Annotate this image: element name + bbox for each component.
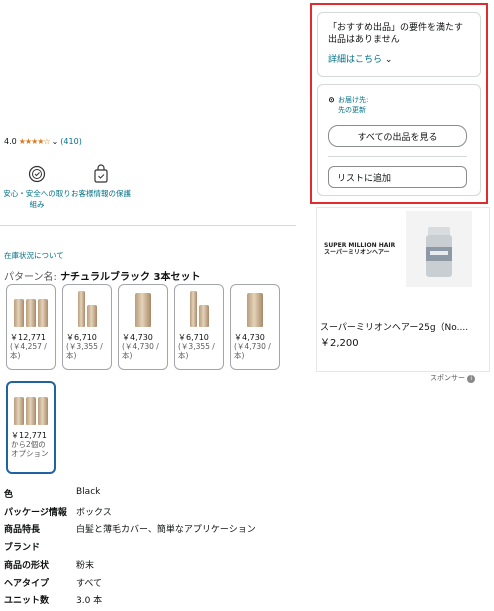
swatch-price: ￥6,710: [66, 333, 97, 342]
swatch-price: ￥4,730: [122, 333, 153, 342]
rating-row[interactable]: 4.0 ★★★★☆ ⌄ (410): [4, 137, 82, 146]
delivery-location[interactable]: お届け先: 先の更新: [328, 95, 368, 115]
star-rating-icon: ★★★★☆: [18, 137, 51, 146]
no-featured-offer-text: 「おすすめ出品」の要件を満たす出品はありません: [328, 23, 464, 45]
product-image: [175, 285, 223, 331]
rating-value: 4.0: [4, 137, 17, 146]
ad-product-title[interactable]: スーパーミリオンヘアー25g（No....: [320, 320, 490, 333]
details-link[interactable]: 詳細はこちら ⌄: [328, 52, 392, 65]
swatch-price: ￥4,730: [234, 333, 265, 342]
pattern-name: パターン名: ナチュラルブラック 3本セット: [4, 268, 201, 283]
swatch-unit-price: (￥3,355 / 本): [66, 342, 103, 360]
swatch-unit-price: (￥4,730 / 本): [234, 342, 271, 360]
swatch-unit-price: (￥4,730 / 本): [122, 342, 159, 360]
ad-brand-logo: SUPER MILLION HAIR スーパーミリオンヘアー: [324, 242, 396, 256]
ad-product-image[interactable]: [406, 211, 472, 287]
attribute-row-package: パッケージ情報 ボックス: [4, 508, 112, 518]
attribute-row-form: 商品の形状 粉末: [4, 561, 95, 571]
variant-swatch[interactable]: ￥4,730 (￥4,730 / 本): [118, 284, 168, 370]
product-bottle-image: [426, 227, 452, 277]
ad-price: ￥2,200: [320, 338, 359, 349]
attribute-row-brand: ブランド: [4, 543, 41, 553]
review-count-link[interactable]: (410): [60, 137, 82, 146]
trust-label-privacy: お客様情報の保護: [71, 189, 131, 198]
see-all-offers-button[interactable]: すべての出品を見る: [328, 125, 467, 147]
attribute-row-features: 商品特長 白髪と薄毛カバー、簡単なアプリケーション: [4, 525, 256, 535]
pattern-value: ナチュラルブラック 3本セット: [60, 272, 201, 283]
info-icon[interactable]: i: [467, 375, 476, 383]
swatch-unit-price: (￥3,355 / 本): [178, 342, 215, 360]
product-image: [231, 285, 279, 331]
trust-badge-privacy[interactable]: お客様情報の保護: [66, 164, 136, 199]
shield-gear-icon: [28, 165, 46, 183]
product-image: [7, 285, 55, 331]
swatch-unit-price: (￥4,257 / 本): [10, 342, 47, 360]
product-image: [8, 383, 54, 429]
trust-label-safety: 安心・安全への取り組み: [3, 189, 71, 209]
add-to-list-button[interactable]: リストに追加: [328, 166, 467, 188]
swatch-price: ￥12,771: [11, 431, 47, 440]
trust-badge-safety[interactable]: 安心・安全への取り組み: [2, 164, 72, 210]
product-image: [119, 285, 167, 331]
attribute-row-hairtype: ヘアタイプ すべて: [4, 579, 103, 589]
attribute-row-units: ユニット数 3.0 本: [4, 596, 103, 606]
lock-bag-icon: [94, 164, 108, 183]
divider: [328, 156, 467, 157]
chevron-down-icon[interactable]: ⌄: [52, 137, 59, 146]
stock-status-link[interactable]: 在庫状況について: [4, 250, 64, 261]
variant-swatch[interactable]: ￥4,730 (￥4,730 / 本): [230, 284, 280, 370]
divider: [0, 225, 296, 226]
chevron-down-icon: ⌄: [384, 55, 393, 65]
sponsored-label[interactable]: スポンサー i: [430, 373, 476, 383]
variant-swatch[interactable]: ￥6,710 (￥3,355 / 本): [174, 284, 224, 370]
attribute-row-color: 色 Black: [4, 487, 101, 500]
variant-swatch[interactable]: ￥12,771 (￥4,257 / 本): [6, 284, 56, 370]
variant-swatch-selected[interactable]: ￥12,771 から2個のオプション: [6, 381, 56, 474]
variant-swatch[interactable]: ￥6,710 (￥3,355 / 本): [62, 284, 112, 370]
swatch-price: ￥6,710: [178, 333, 209, 342]
pattern-label: パターン名:: [4, 272, 57, 283]
swatch-options: から2個のオプション: [11, 440, 49, 458]
location-pin-icon: [328, 96, 335, 102]
swatch-price: ￥12,771: [10, 333, 46, 342]
product-image: [63, 285, 111, 331]
